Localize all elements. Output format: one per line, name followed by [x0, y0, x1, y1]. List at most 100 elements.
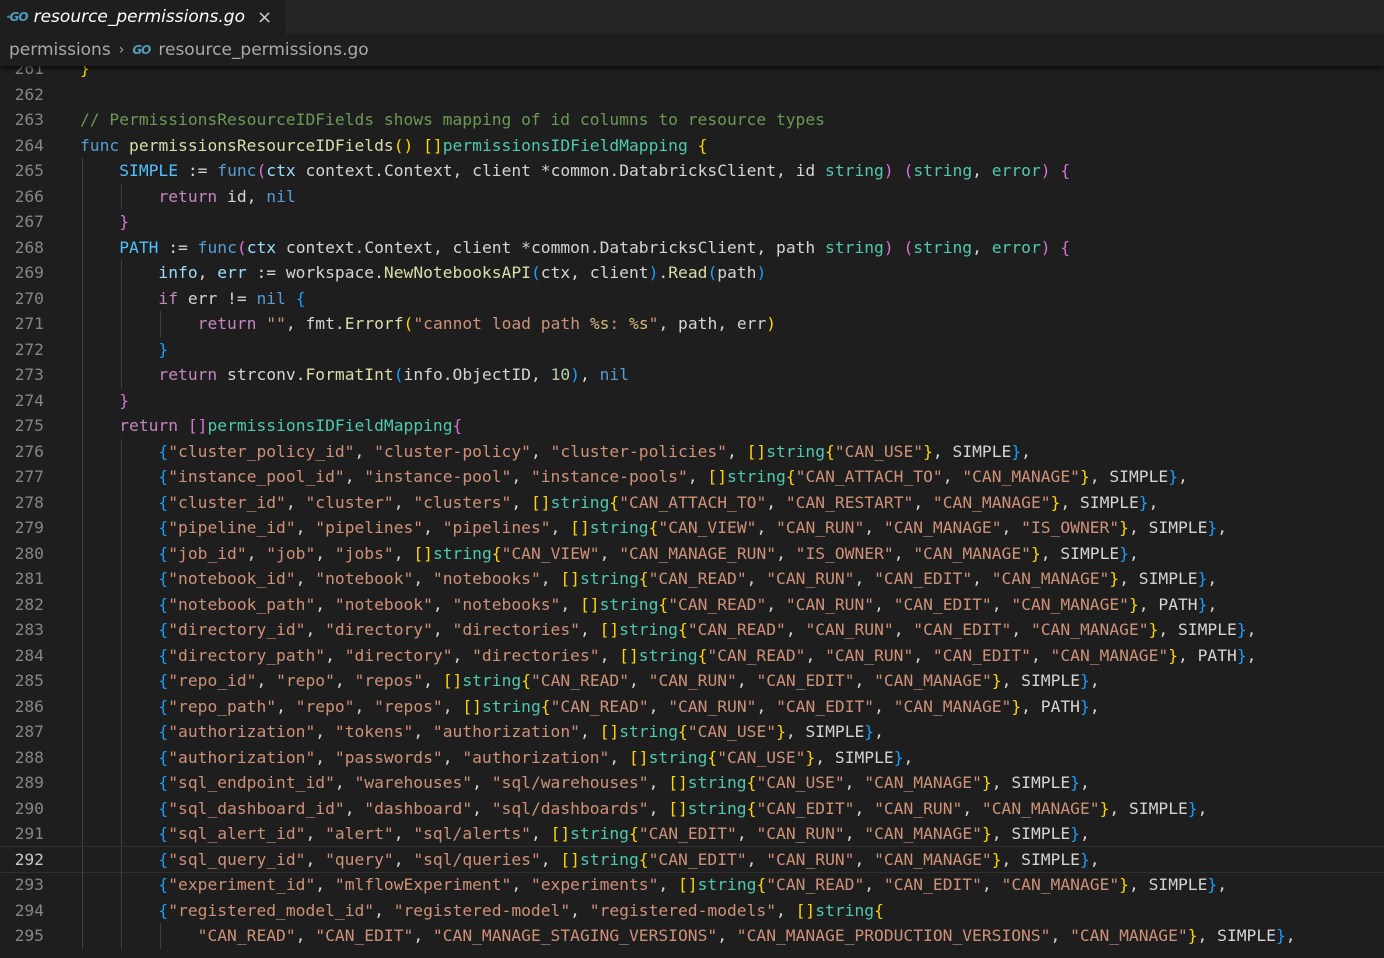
code-line[interactable]: 267 } — [0, 209, 1384, 235]
breadcrumb-file[interactable]: resource_permissions.go — [158, 40, 368, 60]
code-line[interactable]: 283 {"directory_id", "directory", "direc… — [0, 617, 1384, 643]
breadcrumb-folder[interactable]: permissions — [9, 40, 111, 60]
code-token: } — [1275, 926, 1286, 945]
code-token: { — [707, 747, 718, 767]
code-token: , — [874, 722, 884, 741]
code-token: , — [511, 492, 531, 512]
code-line[interactable]: 261} — [0, 66, 1384, 82]
code-token: "job_id" — [168, 543, 247, 563]
close-icon[interactable]: × — [257, 7, 272, 28]
code-line[interactable]: 279 {"pipeline_id", "pipelines", "pipeli… — [0, 515, 1384, 541]
code-line[interactable]: 291 {"sql_alert_id", "alert", "sql/alert… — [0, 821, 1384, 847]
code-token: , — [1030, 645, 1051, 665]
code-line[interactable]: 290 {"sql_dashboard_id", "dashboard", "s… — [0, 795, 1384, 821]
code-token: "directories" — [472, 645, 600, 665]
indent-guide — [82, 183, 83, 209]
code-line[interactable]: 269 info, err := workspace.NewNotebooksA… — [0, 260, 1384, 286]
code-token: { — [540, 696, 551, 716]
code-line[interactable]: 263 // PermissionsResourceIDFields shows … — [0, 107, 1384, 133]
line-number: 266 — [14, 186, 44, 206]
code-line[interactable]: 272 } — [0, 336, 1384, 362]
code-token: "CAN_MANAGE_STAGING_VERSIONS" — [432, 926, 718, 945]
code-line[interactable]: 293 {"experiment_id", "mlflowExperiment"… — [0, 872, 1384, 898]
code-token: , — [756, 696, 777, 716]
code-line[interactable]: 271 return "", fmt.Errorf("cannot load p… — [0, 311, 1384, 337]
code-line[interactable]: 264 func permissionsResourceIDFields() []… — [0, 133, 1384, 159]
code-line[interactable]: 273 return strconv.FormatInt(info.Object… — [0, 362, 1384, 388]
code-line[interactable]: 277 {"instance_pool_id", "instance-pool"… — [0, 464, 1384, 490]
code-line[interactable]: 280 {"job_id", "job", "jobs", []string{"… — [0, 540, 1384, 566]
code-line[interactable]: 281 {"notebook_id", "notebook", "noteboo… — [0, 566, 1384, 592]
code-token: , — [344, 798, 365, 818]
code-token: string — [815, 900, 875, 920]
code-line[interactable]: 295 "CAN_READ", "CAN_EDIT", "CAN_MANAGE_… — [0, 923, 1384, 949]
code-token: [] — [668, 798, 688, 818]
code-line[interactable]: 285 {"repo_id", "repo", "repos", []strin… — [0, 668, 1384, 694]
code-token: , — [1050, 926, 1071, 945]
code-token: , — [276, 696, 296, 716]
indent-guide — [82, 413, 83, 439]
code-token: , — [1129, 543, 1139, 563]
code-line[interactable]: 265 SIMPLE := func(ctx context.Context, … — [0, 158, 1384, 184]
code-line[interactable]: 278 {"cluster_id", "cluster", "clusters"… — [0, 489, 1384, 515]
editor-tab[interactable]: ∙GO resource_permissions.go × — [0, 0, 288, 34]
code-editor[interactable]: 261} 262 263 // PermissionsResourceIDFields… — [0, 66, 1384, 958]
code-token: , SIMPLE — [991, 824, 1071, 843]
code-token: , — [511, 875, 531, 894]
code-token: , — [1148, 492, 1159, 512]
code-line[interactable]: 294 {"registered_model_id", "registered-… — [0, 897, 1384, 923]
code-token: "notebook_path" — [168, 594, 316, 614]
indent-guide — [82, 540, 83, 566]
code-token: "sql_alert_id" — [168, 824, 306, 843]
code-line[interactable]: 282 {"notebook_path", "notebook", "noteb… — [0, 591, 1384, 617]
code-token: , — [766, 594, 786, 614]
code-line[interactable]: 266 return id, nil — [0, 183, 1384, 209]
code-line[interactable]: 270 if err != nil { — [0, 285, 1384, 311]
line-number: 292 — [14, 849, 44, 869]
code-token: { — [158, 900, 169, 920]
code-token: "CAN_USE" — [756, 773, 845, 792]
indent-guide — [82, 872, 83, 898]
code-line[interactable]: 289 {"sql_endpoint_id", "warehouses", "s… — [0, 770, 1384, 796]
code-line[interactable]: 275 return []permissionsIDFieldMapping{ — [0, 413, 1384, 439]
code-line[interactable]: 276 {"cluster_policy_id", "cluster-polic… — [0, 438, 1384, 464]
code-token: "CAN_MANAGE" — [913, 543, 1031, 563]
code-line[interactable]: 287 {"authorization", "tokens", "authori… — [0, 719, 1384, 745]
code-line[interactable]: 288 {"authorization", "passwords", "auth… — [0, 744, 1384, 770]
code-token: , — [864, 518, 884, 537]
code-token: { — [158, 722, 169, 741]
indent-guide — [82, 464, 83, 490]
code-line[interactable]: 268 PATH := func(ctx context.Context, cl… — [0, 234, 1384, 260]
line-number: 275 — [14, 416, 44, 435]
code-line[interactable]: 292 {"sql_query_id", "query", "sql/queri… — [0, 845, 1384, 873]
code-token: "cluster_policy_id" — [168, 441, 355, 461]
code-token: , SIMPLE — [991, 773, 1071, 792]
code-line[interactable]: 284 {"directory_path", "directory", "dir… — [0, 642, 1384, 668]
code-line[interactable]: 274 } — [0, 387, 1384, 413]
code-token: , — [393, 492, 414, 512]
code-token: string — [462, 671, 522, 690]
code-token: "instance-pools" — [530, 467, 688, 486]
code-token: } — [1207, 518, 1218, 537]
code-token: , SIMPLE — [1109, 798, 1188, 818]
code-token: "CAN_RUN" — [805, 620, 894, 639]
code-line[interactable]: 286 {"repo_path", "repo", "repos", []str… — [0, 693, 1384, 719]
code-token: , — [1246, 645, 1257, 665]
code-token: , — [854, 671, 875, 690]
code-token: , — [913, 492, 933, 512]
code-token: , — [305, 849, 326, 869]
code-line[interactable]: 262 — [0, 82, 1384, 108]
code-token: "repo" — [295, 696, 355, 716]
code-token: } — [991, 671, 1002, 690]
code-token: , — [256, 671, 277, 690]
code-token: , — [972, 569, 992, 588]
code-token: { — [521, 671, 531, 690]
code-token: "sql/queries" — [413, 849, 541, 869]
code-token: string — [687, 773, 747, 792]
code-token: info.ObjectID, — [403, 365, 551, 384]
code-token: [] — [570, 518, 590, 537]
line-number: 290 — [14, 798, 44, 818]
code-token: , — [1079, 773, 1090, 792]
code-token: , PATH — [1178, 645, 1237, 665]
